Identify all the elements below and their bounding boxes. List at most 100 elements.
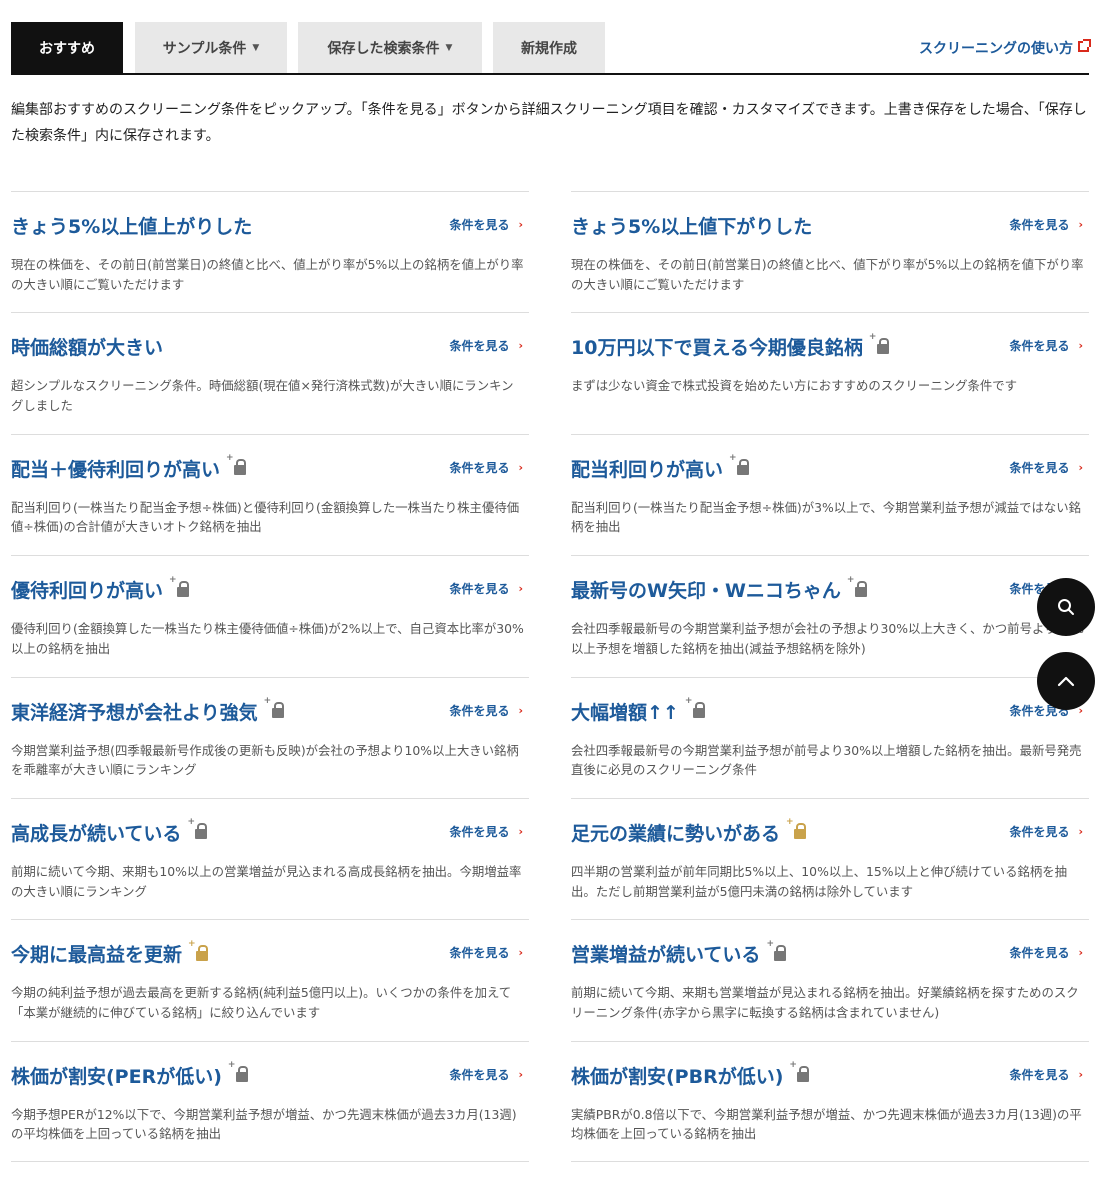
condition-card: 配当＋優待利回りが高い 条件を見る › 配当利回り(一株当たり配当金予想÷株価)と優待…	[11, 433, 529, 555]
view-conditions-label: 条件を見る	[1009, 460, 1070, 475]
condition-description: 前期に続いて今期、来期も営業増益が見込まれる銘柄を抽出。好業績銘柄を探すためのス…	[571, 985, 1079, 1020]
condition-title[interactable]: 今期に最高益を更新	[11, 939, 209, 967]
view-conditions-label: 条件を見る	[1009, 218, 1070, 232]
view-conditions-button[interactable]: 条件を見る ›	[449, 580, 523, 597]
condition-title[interactable]: 配当＋優待利回りが高い	[11, 453, 247, 482]
view-conditions-button[interactable]: 条件を見る ›	[449, 1066, 523, 1083]
condition-card: きょう5%以上値下がりした 条件を見る › 現在の株価を、その前日(前営業日)の終値と…	[571, 191, 1089, 312]
condition-title[interactable]: 優待利回りが高い	[11, 575, 190, 603]
condition-title-text: 足元の業績に勢いがある	[571, 822, 781, 845]
condition-description: 今期の純利益予想が過去最高を更新する銘柄(純利益5億円以上)。いくつかの条件を加…	[11, 985, 512, 1020]
condition-card: 株価が割安(PBRが低い) 条件を見る › 実績PBRが0.8倍以下で、今期営業利益予…	[571, 1040, 1089, 1163]
condition-card: きょう5%以上値上がりした 条件を見る › 現在の株価を、その前日(前営業日)の終値と…	[11, 191, 529, 312]
view-conditions-button[interactable]: 条件を見る ›	[449, 337, 523, 354]
condition-title[interactable]: きょう5%以上値下がりした	[571, 212, 812, 239]
condition-description: 現在の株価を、その前日(前営業日)の終値と比べ、値下がり率が5%以上の銘柄を値下…	[571, 257, 1084, 292]
view-conditions-label: 条件を見る	[1009, 824, 1070, 839]
tab-recommended[interactable]: おすすめ	[11, 22, 123, 73]
lock-icon	[766, 939, 787, 961]
external-link-icon	[1078, 39, 1091, 52]
view-conditions-button[interactable]: 条件を見る ›	[1009, 337, 1083, 354]
tab-bar: おすすめ サンプル条件 ▼ 保存した検索条件 ▼ 新規作成 スクリーニングの使い方	[11, 22, 1091, 75]
howto-link[interactable]: スクリーニングの使い方	[919, 22, 1091, 73]
condition-title[interactable]: 株価が割安(PBRが低い)	[571, 1060, 810, 1089]
condition-title[interactable]: 最新号のW矢印・Wニコちゃん	[571, 575, 867, 603]
lock-icon	[169, 575, 190, 597]
condition-title[interactable]: 大幅増額↑↑	[571, 696, 705, 725]
view-conditions-button[interactable]: 条件を見る ›	[1009, 216, 1083, 233]
condition-title[interactable]: きょう5%以上値上がりした	[11, 212, 252, 239]
view-conditions-button[interactable]: 条件を見る ›	[449, 944, 523, 961]
condition-card: 10万円以下で買える今期優良銘柄 条件を見る › まずは少ない資金で株式投資を始めたい…	[571, 312, 1089, 433]
tab-new[interactable]: 新規作成	[493, 22, 605, 73]
search-button[interactable]	[1037, 578, 1095, 636]
view-conditions-button[interactable]: 条件を見る ›	[1009, 823, 1083, 840]
condition-column-left: きょう5%以上値上がりした条件を見る › 現在の株価を、その前日(前営業日)の終値と…	[11, 191, 529, 1163]
chevron-right-icon: ›	[1078, 339, 1083, 353]
tab-saved-conditions[interactable]: 保存した検索条件 ▼	[298, 22, 482, 73]
condition-title[interactable]: 高成長が続いている	[11, 817, 208, 846]
chevron-right-icon: ›	[518, 703, 523, 717]
view-conditions-button[interactable]: 条件を見る ›	[449, 823, 523, 840]
lock-icon	[786, 817, 807, 840]
condition-title[interactable]: 足元の業績に勢いがある	[571, 817, 807, 846]
condition-title-text: 東洋経済予想が会社より強気	[11, 701, 258, 724]
condition-title[interactable]: 営業増益が続いている	[571, 939, 787, 967]
view-conditions-label: 条件を見る	[449, 582, 510, 597]
condition-title-text: 10万円以下で買える今期優良銘柄	[571, 337, 863, 360]
view-conditions-label: 条件を見る	[449, 703, 510, 718]
condition-title-text: 株価が割安(PBRが低い)	[571, 1065, 784, 1088]
lock-icon	[685, 696, 705, 719]
condition-title-text: 最新号のW矢印・Wニコちゃん	[571, 580, 841, 603]
condition-title-text: 営業増益が続いている	[571, 944, 761, 967]
condition-title-text: 時価総額が大きい	[11, 337, 164, 360]
condition-description: 現在の株価を、その前日(前営業日)の終値と比べ、値上がり率が5%以上の銘柄を値上…	[11, 257, 524, 292]
view-conditions-button[interactable]: 条件を見る ›	[449, 216, 523, 233]
condition-description: 今期予想PERが12%以下で、今期営業利益予想が増益、かつ先週末株価が過去3カ月…	[11, 1106, 517, 1142]
lock-icon	[729, 453, 750, 476]
chevron-right-icon: ›	[1078, 1067, 1083, 1081]
lock-icon	[264, 696, 284, 719]
tab-sample-conditions[interactable]: サンプル条件 ▼	[135, 22, 287, 73]
search-icon	[1058, 599, 1074, 615]
condition-title-text: 優待利回りが高い	[11, 580, 164, 603]
view-conditions-button[interactable]: 条件を見る ›	[1009, 944, 1083, 961]
view-conditions-button[interactable]: 条件を見る ›	[449, 459, 523, 476]
condition-description: 優待利回り(金額換算した一株当たり株主優待価値÷株価)が2%以上で、自己資本比率…	[11, 621, 524, 656]
condition-card: 配当利回りが高い 条件を見る › 配当利回り(一株当たり配当金予想÷株価)が3%以上で…	[571, 433, 1089, 555]
view-conditions-label: 条件を見る	[449, 339, 510, 354]
condition-description: 超シンプルなスクリーニング条件。時価総額(現在値×発行済株式数)が大きい順にラン…	[11, 378, 514, 413]
condition-description: 会社四季報最新号の今期営業利益予想が会社の予想より30%以上大きく、かつ前号より…	[571, 621, 1085, 656]
chevron-right-icon: ›	[518, 1067, 523, 1081]
condition-title[interactable]: 10万円以下で買える今期優良銘柄	[571, 332, 889, 360]
condition-card: 営業増益が続いている 条件を見る › 前期に続いて今期、来期も営業増益が見込まれる銘柄…	[571, 919, 1089, 1040]
view-conditions-button[interactable]: 条件を見る ›	[1009, 1066, 1083, 1083]
view-conditions-label: 条件を見る	[449, 1067, 510, 1082]
view-conditions-button[interactable]: 条件を見る ›	[1009, 459, 1083, 476]
lock-icon	[869, 332, 889, 354]
view-conditions-label: 条件を見る	[1009, 339, 1070, 354]
condition-card: 足元の業績に勢いがある 条件を見る › 四半期の営業利益が前年同期比5%以上、10%以…	[571, 797, 1089, 919]
condition-title[interactable]: 東洋経済予想が会社より強気	[11, 696, 284, 725]
condition-title-text: 高成長が続いている	[11, 822, 182, 845]
condition-column-right: きょう5%以上値下がりした 条件を見る › 現在の株価を、その前日(前営業日)の終値と…	[571, 191, 1089, 1163]
chevron-right-icon: ›	[1078, 460, 1083, 474]
condition-title-text: きょう5%以上値下がりした	[571, 216, 813, 238]
condition-description: 会社四季報最新号の今期営業利益予想が前号より30%以上増額した銘柄を抽出。最新号…	[571, 742, 1082, 778]
view-conditions-button[interactable]: 条件を見る ›	[449, 702, 523, 719]
condition-description: 四半期の営業利益が前年同期比5%以上、10%以上、15%以上と伸び続けている銘柄…	[571, 863, 1068, 899]
chevron-right-icon: ›	[518, 824, 523, 838]
chevron-right-icon: ›	[518, 946, 523, 960]
view-conditions-label: 条件を見る	[449, 824, 510, 839]
condition-title[interactable]: 配当利回りが高い	[571, 453, 750, 482]
chevron-down-icon: ▼	[445, 42, 453, 53]
scroll-top-button[interactable]	[1037, 652, 1095, 710]
condition-card: 大幅増額↑↑条件を見る›会社四季報最新号の今期営業利益予想が前号より30%以上増…	[571, 676, 1089, 798]
condition-title[interactable]: 時価総額が大きい	[11, 333, 163, 360]
condition-title-text: 配当＋優待利回りが高い	[11, 458, 221, 481]
condition-card: 株価が割安(PERが低い) 条件を見る › 今期予想PERが12%以下で、今期営業利益…	[11, 1040, 529, 1163]
condition-title[interactable]: 株価が割安(PERが低い)	[11, 1060, 248, 1089]
chevron-right-icon: ›	[1078, 946, 1083, 960]
condition-title-text: 今期に最高益を更新	[11, 944, 183, 967]
lock-icon	[188, 939, 209, 961]
